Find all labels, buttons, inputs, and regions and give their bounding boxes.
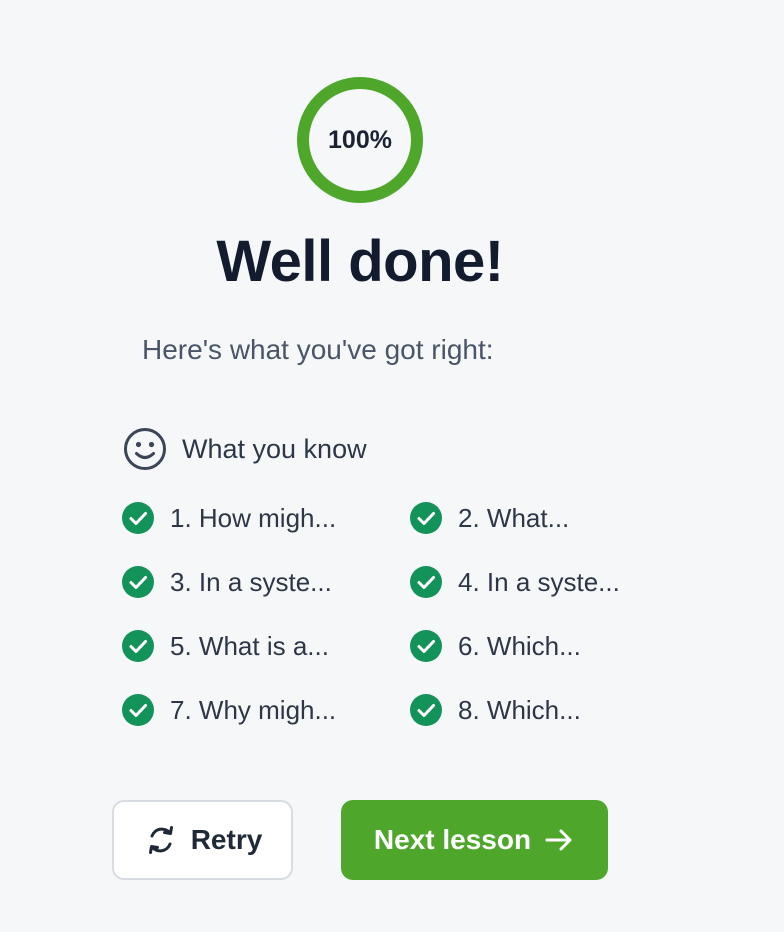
page-subtitle: Here's what you've got right: [142,334,494,365]
page-title: Well done! [216,229,504,294]
list-item: 1. How migh... [122,502,410,534]
check-circle-icon [122,694,154,726]
list-item: 7. Why migh... [122,694,410,726]
list-item-label: 8. Which... [458,694,581,725]
next-lesson-button-label: Next lesson [373,824,532,855]
check-circle-icon [410,694,442,726]
check-circle-icon [410,566,442,598]
list-item: 6. Which... [410,630,698,662]
retry-button[interactable]: Retry [112,800,293,880]
list-item-label: 6. Which... [458,630,581,661]
section-header: What you know [122,426,367,472]
progress-percent: 100% [328,125,392,154]
list-item-label: 3. In a syste... [170,566,332,597]
list-item: 4. In a syste... [410,566,698,598]
section-label: What you know [182,433,367,464]
smile-icon [124,428,166,470]
list-item: 3. In a syste... [122,566,410,598]
progress-ring: 100% [296,76,424,204]
check-circle-icon [122,502,154,534]
list-item-label: 7. Why migh... [170,694,337,725]
check-circle-icon [122,630,154,662]
next-lesson-button[interactable]: Next lesson [341,800,608,880]
list-item: 5. What is a... [122,630,410,662]
list-item-label: 2. What... [458,502,570,533]
list-item: 2. What... [410,502,698,534]
list-item-label: 4. In a syste... [458,566,620,597]
check-circle-icon [410,502,442,534]
refresh-icon [148,826,173,854]
list-item-label: 5. What is a... [170,630,329,661]
arrow-right-icon [545,829,572,851]
check-circle-icon [410,630,442,662]
correct-answers-list: 1. How migh... 2. What... 3. In a syste.… [122,502,698,726]
list-item-label: 1. How migh... [170,502,337,533]
list-item: 8. Which... [410,694,698,726]
check-circle-icon [122,566,154,598]
retry-button-label: Retry [190,824,263,855]
